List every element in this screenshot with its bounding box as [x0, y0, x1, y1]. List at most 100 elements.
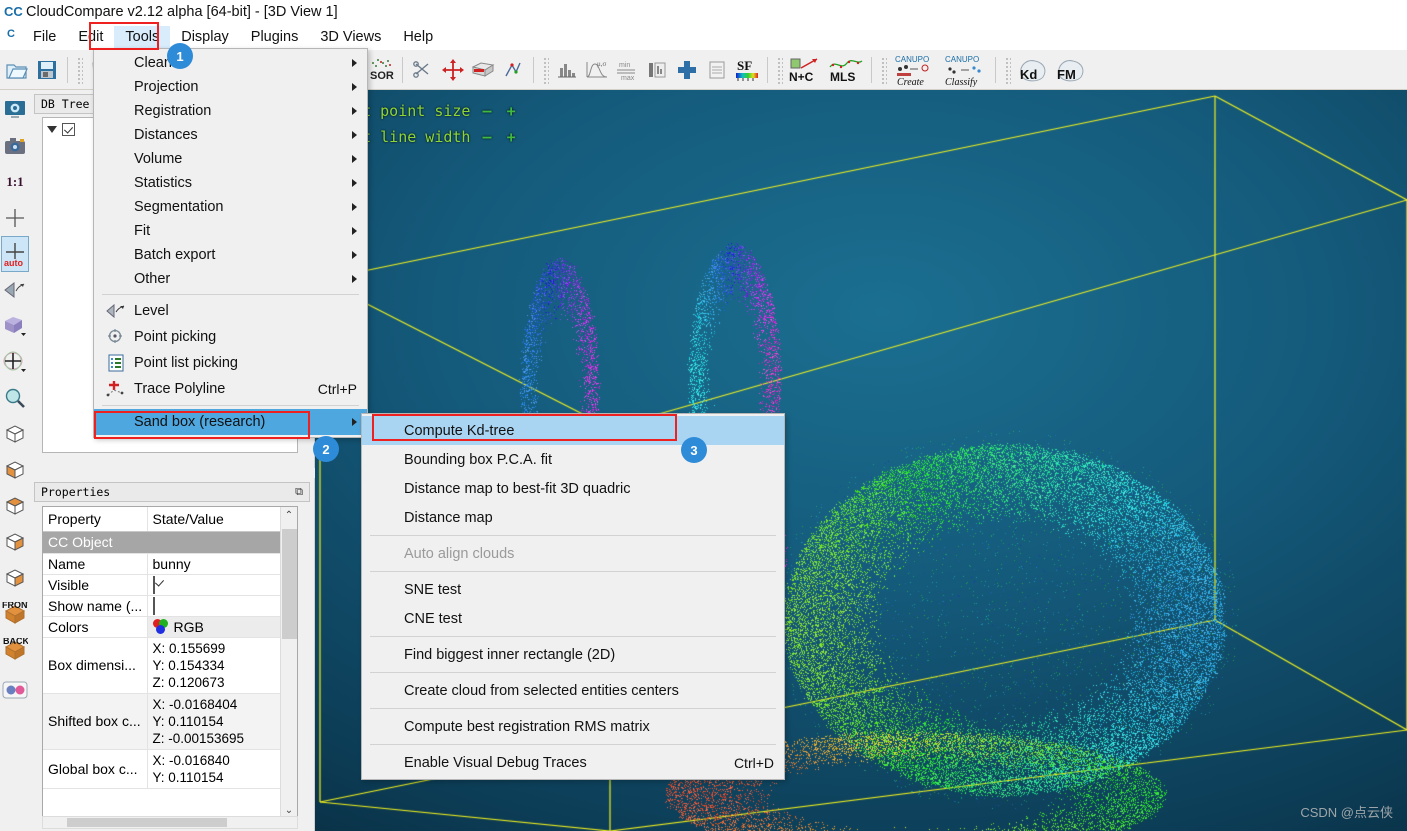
- menu-file[interactable]: File: [22, 26, 67, 48]
- fm-plugin-icon[interactable]: FM: [1052, 54, 1090, 86]
- menu-item-distances[interactable]: Distances: [94, 123, 367, 147]
- property-value-shifted-box-center: X: -0.0168404 Y: 0.110154 Z: -0.00153695: [147, 693, 282, 750]
- save-file-icon[interactable]: [32, 54, 62, 86]
- svg-text:SF: SF: [737, 58, 752, 73]
- menu-item-volume[interactable]: Volume: [94, 147, 367, 171]
- sf-colorscale-icon[interactable]: SF: [732, 54, 762, 86]
- scissors-icon[interactable]: [408, 54, 438, 86]
- properties-grid[interactable]: Property State/Value CC Object Name bunn…: [42, 506, 298, 818]
- visible-checkbox[interactable]: [152, 575, 155, 594]
- menu-item-projection[interactable]: Projection: [94, 75, 367, 99]
- camera-settings-icon[interactable]: [1, 128, 29, 164]
- chevron-up-icon[interactable]: ⌃: [281, 507, 297, 524]
- view-bottom-icon[interactable]: [1, 452, 29, 488]
- menu-help[interactable]: Help: [392, 26, 444, 48]
- menu-item-compute-kd-tree[interactable]: Compute Kd-tree: [362, 416, 784, 445]
- menu-item-cne-test[interactable]: CNE test: [362, 604, 784, 633]
- decrease-line-width-button[interactable]: —: [483, 128, 492, 146]
- toolbar-grip[interactable]: [776, 55, 783, 84]
- menu-item-find-biggest-inner-rectangle[interactable]: Find biggest inner rectangle (2D): [362, 640, 784, 669]
- view-back-icon[interactable]: BACK: [1, 632, 29, 668]
- sandbox-submenu[interactable]: Compute Kd-tree Bounding box P.C.A. fit …: [361, 413, 785, 780]
- tree-item-checkbox[interactable]: [62, 122, 75, 136]
- menu-item-sand-box-research[interactable]: Sand box (research): [94, 409, 367, 435]
- canupo-create-icon[interactable]: CANUPO Create: [890, 54, 940, 87]
- property-value-visible[interactable]: [147, 574, 282, 596]
- normals-to-curvature-icon[interactable]: N+C: [786, 54, 826, 86]
- undock-icon[interactable]: ⧉: [295, 485, 303, 499]
- increase-line-width-button[interactable]: +: [507, 128, 516, 146]
- min-max-icon[interactable]: min max: [612, 54, 642, 86]
- canupo-classify-icon[interactable]: CANUPO Classify: [940, 54, 990, 87]
- scrollbar-thumb[interactable]: [282, 529, 297, 639]
- view-top-icon[interactable]: [1, 416, 29, 452]
- menu-item-statistics[interactable]: Statistics: [94, 171, 367, 195]
- menu-item-point-picking[interactable]: Point picking: [94, 324, 367, 350]
- menu-3d-views[interactable]: 3D Views: [309, 26, 392, 48]
- view-left-icon[interactable]: [1, 488, 29, 524]
- menu-item-registration[interactable]: Registration: [94, 99, 367, 123]
- menu-plugins[interactable]: Plugins: [240, 26, 310, 48]
- properties-horizontal-scrollbar[interactable]: [42, 816, 298, 829]
- menu-item-point-list-picking[interactable]: Point list picking Ctrl+P: [94, 350, 367, 376]
- global-zoom-icon[interactable]: [1, 92, 29, 128]
- toolbar-grip[interactable]: [542, 55, 549, 84]
- menu-item-batch-export[interactable]: Batch export: [94, 243, 367, 267]
- zoom-1to1-icon[interactable]: 1:1: [1, 164, 29, 200]
- menu-item-fit[interactable]: Fit: [94, 219, 367, 243]
- scrollbar-thumb[interactable]: [67, 818, 227, 827]
- view-iso1-icon[interactable]: [1, 560, 29, 596]
- cross-section-icon[interactable]: [468, 54, 498, 86]
- global-box-y: Y: 0.110154: [152, 769, 224, 785]
- menu-item-auto-align-clouds: Auto align clouds: [362, 539, 784, 568]
- toolbar-grip[interactable]: [1004, 55, 1011, 84]
- menu-item-clean[interactable]: Clean: [94, 51, 367, 75]
- menu-item-sne-test[interactable]: SNE test: [362, 575, 784, 604]
- menu-item-distance-map-to-best-fit-3d-quadric[interactable]: Distance map to best-fit 3D quadric: [362, 474, 784, 503]
- translate-rotate-icon[interactable]: [438, 54, 468, 86]
- increase-point-size-button[interactable]: +: [507, 102, 516, 120]
- menu-item-enable-visual-debug-traces[interactable]: Enable Visual Debug Traces Ctrl+D: [362, 748, 784, 777]
- shifted-box-x: X: -0.0168404: [152, 696, 238, 712]
- sor-filter-icon[interactable]: SOR: [367, 54, 397, 86]
- menu-item-other[interactable]: Other: [94, 267, 367, 291]
- menu-item-distance-map[interactable]: Distance map: [362, 503, 784, 532]
- properties-vertical-scrollbar[interactable]: ⌃ ⌄: [280, 507, 297, 817]
- property-value-show-name[interactable]: [147, 595, 282, 617]
- property-value-colors[interactable]: RGB: [147, 616, 282, 638]
- point-pair-align-icon[interactable]: [498, 54, 528, 86]
- zoom-box-icon[interactable]: [1, 380, 29, 416]
- menu-item-compute-best-registration-rms-matrix[interactable]: Compute best registration RMS matrix: [362, 712, 784, 741]
- toolbar-grip[interactable]: [76, 55, 83, 84]
- sf-to-color-icon[interactable]: [642, 54, 672, 86]
- show-name-checkbox[interactable]: [152, 596, 155, 615]
- collapse-arrow-icon[interactable]: [47, 125, 57, 133]
- sf-arithmetic-icon[interactable]: [702, 54, 732, 86]
- view-front-icon[interactable]: FRONT: [1, 596, 29, 632]
- point-list-picking-icon: [102, 353, 130, 373]
- menu-item-bounding-box-pca-fit[interactable]: Bounding box P.C.A. fit: [362, 445, 784, 474]
- menu-item-create-cloud-from-selected-entities-centers[interactable]: Create cloud from selected entities cent…: [362, 676, 784, 705]
- open-file-icon[interactable]: [2, 54, 32, 86]
- set-view-orientation-icon[interactable]: [1, 308, 29, 344]
- pick-rotation-center-icon[interactable]: [1, 200, 29, 236]
- histogram-icon[interactable]: [552, 54, 582, 86]
- menu-item-segmentation[interactable]: Segmentation: [94, 195, 367, 219]
- menu-edit[interactable]: Edit: [67, 26, 114, 48]
- auto-pick-rotation-center-icon[interactable]: auto: [1, 236, 29, 272]
- level-tool-icon[interactable]: [1, 272, 29, 308]
- menu-item-level[interactable]: Level: [94, 298, 367, 324]
- tools-dropdown-menu[interactable]: Clean Projection Registration Distances …: [93, 48, 368, 438]
- kd-tree-plugin-icon[interactable]: Kd: [1014, 54, 1052, 86]
- rotation-axis-icon[interactable]: [1, 344, 29, 380]
- view-right-icon[interactable]: [1, 524, 29, 560]
- gaussian-filter-icon[interactable]: μ,σ: [582, 54, 612, 86]
- add-scalar-field-icon[interactable]: [672, 54, 702, 86]
- decrease-point-size-button[interactable]: —: [483, 102, 492, 120]
- mls-smoothing-icon[interactable]: MLS: [826, 54, 866, 86]
- stereo-mode-icon[interactable]: [1, 672, 29, 708]
- toolbar-grip[interactable]: [880, 55, 887, 84]
- property-value-name[interactable]: bunny: [147, 553, 282, 575]
- menu-item-trace-polyline[interactable]: Trace Polyline Ctrl+P: [94, 376, 367, 402]
- menu-tools[interactable]: Tools: [114, 26, 171, 48]
